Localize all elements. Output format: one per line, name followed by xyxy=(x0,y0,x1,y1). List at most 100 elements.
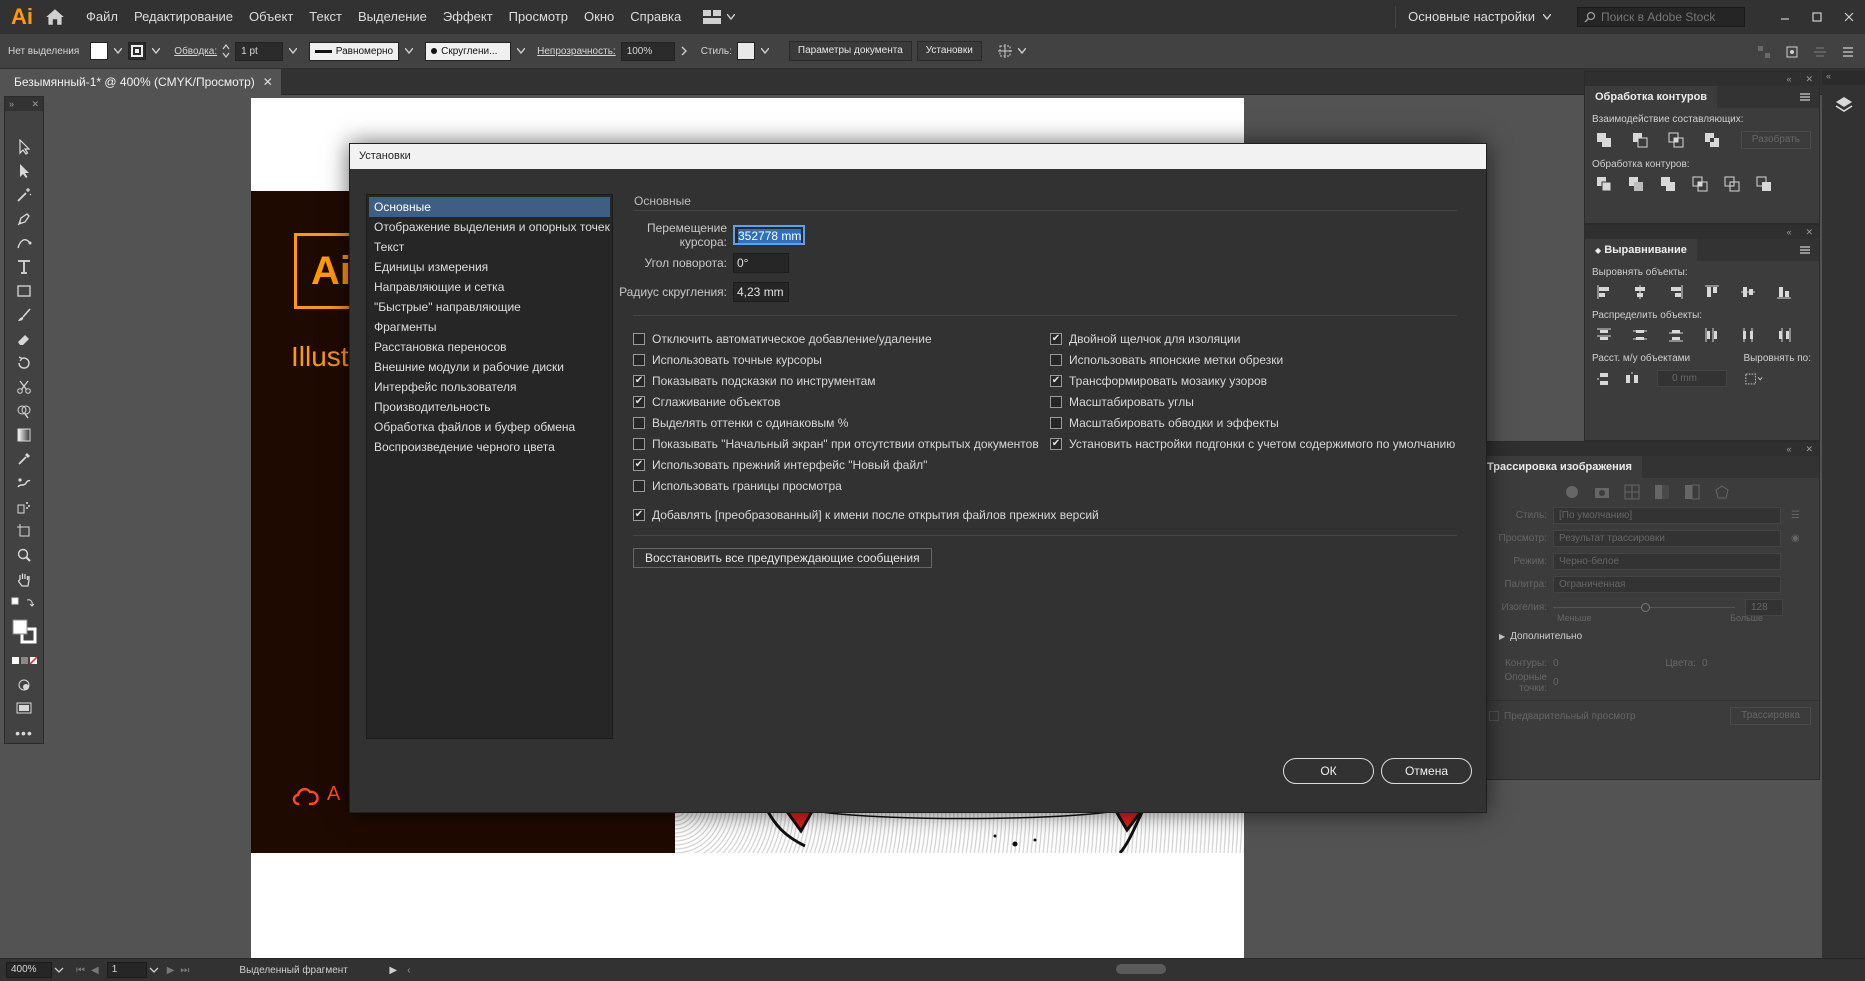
minus-front-button[interactable] xyxy=(1631,132,1649,148)
minimize-button[interactable] xyxy=(1769,0,1801,34)
type-tool[interactable] xyxy=(5,255,43,279)
chevron-down-icon[interactable] xyxy=(1017,48,1026,54)
checkbox[interactable] xyxy=(633,353,645,366)
align-panel-icon[interactable] xyxy=(1813,45,1827,59)
drawing-mode-button[interactable] xyxy=(5,673,43,697)
menu-item-view[interactable]: Просмотр xyxy=(501,0,576,34)
checkbox[interactable] xyxy=(633,437,645,450)
nav-item-units[interactable]: Единицы измерения xyxy=(369,257,610,277)
checkbox[interactable]: ✔ xyxy=(633,508,645,521)
curvature-tool[interactable] xyxy=(5,231,43,255)
outline-trace-button[interactable] xyxy=(1713,484,1731,500)
isolate-icon[interactable] xyxy=(1757,45,1771,59)
dock-collapse[interactable]: « xyxy=(1822,71,1865,85)
opt-legacy-new-file[interactable]: ✔ Использовать прежний интерфейс "Новый ф… xyxy=(633,454,1050,475)
nav-item-smart-guides[interactable]: "Быстрые" направляющие xyxy=(369,297,610,317)
auto-color-button[interactable] xyxy=(1563,484,1581,500)
image-trace-tab[interactable]: Трассировка изображения xyxy=(1477,456,1642,478)
distribute-vcenter-button[interactable] xyxy=(1631,327,1649,343)
nav-item-hyphenation[interactable]: Расстановка переносов xyxy=(369,337,610,357)
chevron-right-icon[interactable] xyxy=(680,46,688,56)
merge-button[interactable] xyxy=(1659,176,1677,192)
panel-menu-icon[interactable] xyxy=(1841,45,1855,59)
page-number-field[interactable]: 1 xyxy=(106,962,147,978)
preview-checkbox[interactable]: Предварительный просмотр xyxy=(1489,711,1636,722)
menu-item-type[interactable]: Текст xyxy=(301,0,350,34)
transform-icon[interactable] xyxy=(997,43,1013,59)
color-mode-buttons[interactable] xyxy=(5,649,43,673)
opt-disable-auto-add-delete[interactable]: Отключить автоматическое добавление/удал… xyxy=(633,328,1050,349)
horizontal-scrollbar[interactable] xyxy=(446,964,1736,974)
screen-mode-button[interactable] xyxy=(5,697,43,721)
scissors-tool[interactable] xyxy=(5,375,43,399)
divide-button[interactable] xyxy=(1595,176,1613,192)
stroke-dropdown-button[interactable] xyxy=(151,42,161,60)
stroke-weight-field[interactable]: 1 pt xyxy=(235,41,284,61)
align-right-button[interactable] xyxy=(1667,284,1685,300)
stroke-weight-dropdown[interactable] xyxy=(288,42,298,60)
prev-page-icon[interactable]: ◀ xyxy=(91,965,99,976)
stepper-icon[interactable] xyxy=(222,43,230,59)
menu-item-object[interactable]: Объект xyxy=(241,0,301,34)
transform-panel-icon[interactable] xyxy=(1785,45,1799,59)
opt-scale-strokes-effects[interactable]: Масштабировать обводки и эффекты xyxy=(1050,412,1457,433)
align-bottom-button[interactable] xyxy=(1775,284,1793,300)
magic-wand-tool[interactable] xyxy=(5,183,43,207)
exclude-button[interactable] xyxy=(1703,132,1721,148)
reset-warnings-button[interactable]: Восстановить все предупреждающие сообщен… xyxy=(633,548,932,568)
scroll-left-icon[interactable]: ‹ xyxy=(407,965,410,976)
zoom-tool[interactable] xyxy=(5,543,43,567)
shape-builder-tool[interactable] xyxy=(5,399,43,423)
distribute-top-button[interactable] xyxy=(1595,327,1613,343)
panel-menu-icon[interactable] xyxy=(1799,245,1811,255)
nav-item-selection-anchor-display[interactable]: Отображение выделения и опорных точек xyxy=(369,217,610,237)
checkbox[interactable]: ✔ xyxy=(633,395,645,408)
direct-selection-tool[interactable] xyxy=(5,159,43,183)
nav-item-type[interactable]: Текст xyxy=(369,237,610,257)
gradient-tool[interactable] xyxy=(5,423,43,447)
align-left-button[interactable] xyxy=(1595,284,1613,300)
symbol-sprayer-tool[interactable] xyxy=(5,495,43,519)
advanced-toggle[interactable]: ▶ Дополнительно xyxy=(1477,623,1819,642)
checkbox[interactable]: ✔ xyxy=(1050,437,1062,450)
menu-item-effect[interactable]: Эффект xyxy=(435,0,501,34)
trace-palette-select[interactable]: Ограниченная xyxy=(1553,576,1781,593)
paintbrush-tool[interactable] xyxy=(5,303,43,327)
preferences-button[interactable]: Установки xyxy=(916,41,982,61)
trim-button[interactable] xyxy=(1627,176,1645,192)
hand-tool[interactable] xyxy=(5,567,43,591)
opt-content-aware-defaults[interactable]: ✔ Установить настройки подгонки с учетом … xyxy=(1050,433,1457,454)
close-icon[interactable]: ✕ xyxy=(1805,227,1813,238)
brush-dropdown[interactable] xyxy=(516,42,526,60)
preview-check-box[interactable] xyxy=(1489,711,1499,721)
first-page-icon[interactable]: ⏮ xyxy=(76,965,85,976)
workspace-switcher[interactable]: Основные настройки xyxy=(1395,6,1563,28)
opacity-field[interactable]: 100% xyxy=(620,41,675,61)
align-tab[interactable]: ◆ Выравнивание xyxy=(1585,239,1697,261)
align-to-button[interactable] xyxy=(1745,371,1763,387)
fill-dropdown-button[interactable] xyxy=(113,42,123,60)
checkbox[interactable] xyxy=(633,332,645,345)
low-color-button[interactable] xyxy=(1623,484,1641,500)
stroke-profile-select[interactable]: Равномерно xyxy=(309,41,400,61)
nav-item-slices[interactable]: Фрагменты xyxy=(369,317,610,337)
close-icon[interactable]: ✕ xyxy=(1805,444,1813,455)
ok-button[interactable]: ОК xyxy=(1283,758,1374,784)
crop-button[interactable] xyxy=(1691,176,1709,192)
rectangle-tool[interactable] xyxy=(5,279,43,303)
eyedropper-tool[interactable] xyxy=(5,447,43,471)
menu-item-edit[interactable]: Редактирование xyxy=(126,0,241,34)
brush-select[interactable]: Скруглени... xyxy=(425,41,512,61)
trace-preset-select[interactable]: [По умолчанию] xyxy=(1553,507,1781,524)
scrollbar-thumb[interactable] xyxy=(1116,964,1166,974)
opt-precise-cursors[interactable]: Использовать точные курсоры xyxy=(633,349,1050,370)
pathfinder-tab[interactable]: Обработка контуров xyxy=(1585,86,1718,108)
eraser-tool[interactable] xyxy=(5,327,43,351)
edit-toolbar-button[interactable]: ••• xyxy=(5,721,43,745)
threshold-slider[interactable] xyxy=(1553,602,1735,613)
distribute-hcenter-button[interactable] xyxy=(1739,327,1757,343)
checkbox[interactable]: ✔ xyxy=(633,458,645,471)
opacity-label[interactable]: Непрозрачность: xyxy=(537,46,616,57)
checkbox[interactable]: ✔ xyxy=(633,374,645,387)
trace-mode-select[interactable]: Черно-белое xyxy=(1553,553,1781,570)
